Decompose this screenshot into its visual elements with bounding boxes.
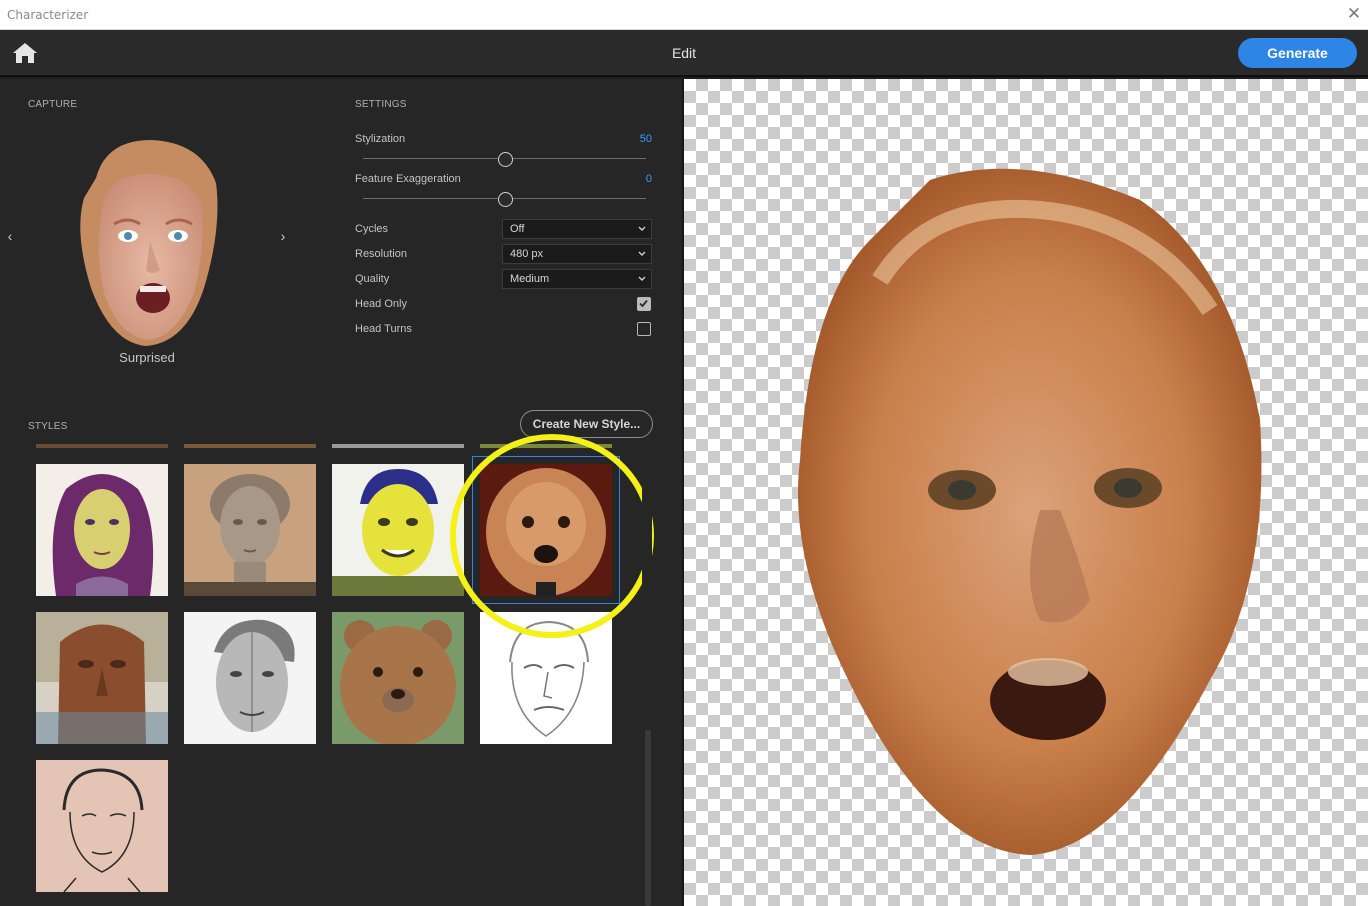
exaggeration-label: Feature Exaggeration [355, 173, 461, 185]
capture-face-image [76, 138, 220, 348]
selected-style-frame [472, 456, 620, 604]
top-toolbar: Edit Generate [0, 30, 1368, 77]
stylization-label: Stylization [355, 133, 406, 145]
resolution-label: Resolution [355, 248, 407, 260]
style-tile-wood-carving[interactable] [36, 612, 168, 744]
stylization-value: 50 [639, 133, 652, 145]
quality-value: Medium [510, 273, 550, 285]
capture-caption: Surprised [119, 350, 175, 365]
page-title: Edit [671, 45, 697, 61]
style-tile-ink-portrait[interactable] [36, 760, 168, 892]
chevron-down-icon [638, 276, 646, 281]
style-tile-partial[interactable] [332, 444, 464, 448]
cycles-dropdown[interactable]: Off [502, 219, 652, 239]
window-titlebar: Characterizer ✕ [0, 0, 1368, 30]
cycles-value: Off [510, 223, 525, 235]
style-tile-partial[interactable] [480, 444, 612, 448]
chevron-left-icon[interactable]: ‹ [3, 228, 17, 244]
head-only-checkbox[interactable] [637, 297, 651, 311]
head-turns-checkbox[interactable] [637, 322, 651, 336]
styles-section-label: STYLES [28, 421, 68, 432]
exaggeration-slider[interactable] [363, 192, 646, 207]
chevron-right-icon[interactable]: › [276, 228, 290, 244]
window-title: Characterizer [7, 8, 89, 22]
exaggeration-slider-thumb[interactable] [497, 192, 513, 207]
head-only-label: Head Only [355, 298, 407, 310]
exaggeration-value: 0 [645, 173, 652, 185]
styles-scrollbar-thumb[interactable] [645, 730, 651, 906]
style-tile-clay-bust[interactable] [184, 464, 316, 596]
style-tile-yellow-boy[interactable] [332, 464, 464, 596]
close-icon[interactable]: ✕ [1344, 4, 1364, 24]
resolution-value: 480 px [510, 248, 544, 260]
resolution-dropdown[interactable]: 480 px [502, 244, 652, 264]
stylization-slider-thumb[interactable] [497, 152, 513, 167]
create-new-style-button[interactable]: Create New Style... [520, 410, 653, 438]
head-turns-label: Head Turns [355, 323, 412, 335]
cycles-label: Cycles [355, 223, 389, 235]
chevron-down-icon [638, 251, 646, 256]
style-tile-partial[interactable] [36, 444, 168, 448]
style-tile-anatomy-drawing[interactable] [184, 612, 316, 744]
style-tile-bear-carving[interactable] [332, 612, 464, 744]
settings-section-label: SETTINGS [355, 99, 407, 110]
quality-label: Quality [355, 273, 390, 285]
style-tile-watercolor-woman[interactable] [36, 464, 168, 596]
quality-dropdown[interactable]: Medium [502, 269, 652, 289]
style-tile-pencil-sketch[interactable] [480, 612, 612, 744]
generate-button[interactable]: Generate [1238, 38, 1357, 68]
capture-section-label: CAPTURE [28, 99, 78, 110]
stylization-slider[interactable] [363, 152, 646, 167]
result-face-image [790, 160, 1270, 860]
style-tile-partial[interactable] [184, 444, 316, 448]
chevron-down-icon [638, 226, 646, 231]
